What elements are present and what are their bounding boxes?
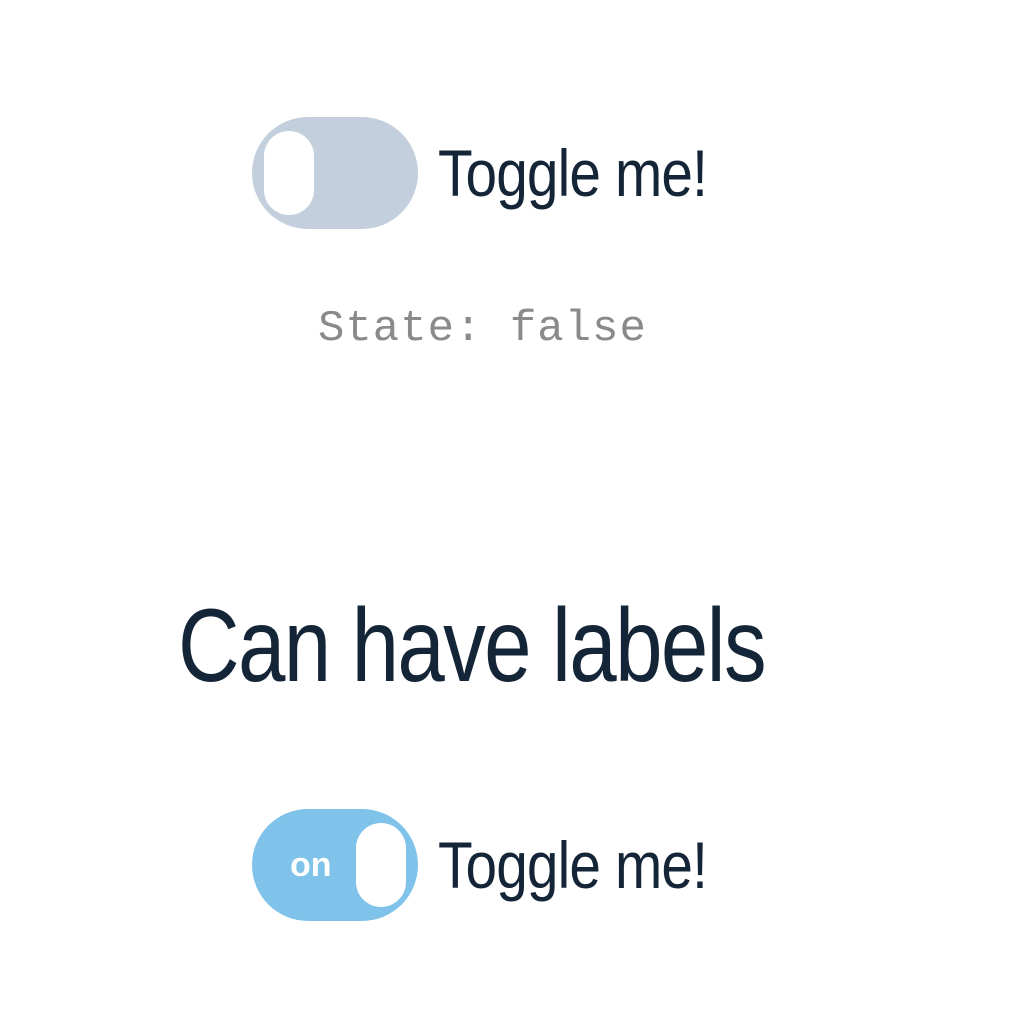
toggle-switch-basic[interactable] [252, 117, 418, 229]
toggle-row-labeled: on Toggle me! [252, 809, 751, 921]
toggle-state-readout: State: false [318, 304, 647, 354]
toggle-label[interactable]: Toggle me! [438, 140, 708, 206]
toggle-knob [356, 823, 406, 907]
section-heading: Can have labels [178, 588, 767, 704]
toggle-row-basic: Toggle me! [252, 117, 751, 229]
toggle-switch-labeled[interactable]: on [252, 809, 418, 921]
switch-on-label: on [290, 846, 332, 884]
toggle-label[interactable]: Toggle me! [438, 832, 708, 898]
toggle-knob [264, 131, 314, 215]
